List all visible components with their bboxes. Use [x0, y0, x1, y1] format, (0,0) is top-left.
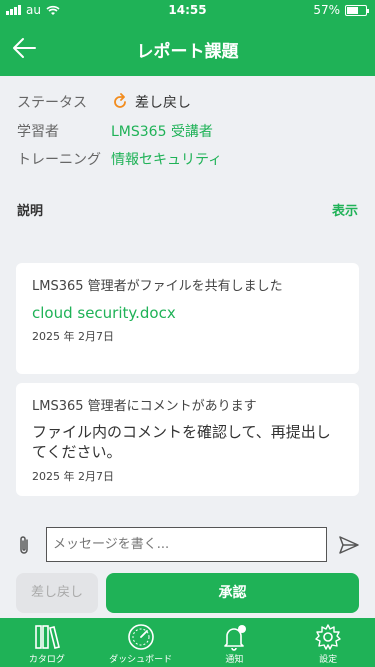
training-link[interactable]: 情報セキュリティ: [111, 149, 222, 169]
message-header: LMS365 管理者にコメントがあります: [32, 399, 257, 414]
message-input[interactable]: [46, 527, 327, 562]
assignment-info: ステータス 差し戻し 学習者 LMS365 受講者 トレーニング 情報セキュリテ…: [0, 76, 375, 236]
message-composer: [0, 520, 375, 570]
app-header: レポート課題: [0, 20, 375, 76]
status-label: ステータス: [17, 95, 87, 111]
status-row: ステータス 差し戻し: [17, 92, 191, 112]
message-card-file: LMS365 管理者がファイルを共有しました cloud security.do…: [16, 263, 359, 374]
battery-percent: 57%: [313, 3, 340, 17]
return-icon: [114, 93, 126, 108]
status-bar: au 14:55 57%: [0, 0, 375, 20]
message-date: 2025 年 2月7日: [32, 330, 114, 343]
training-label: トレーニング: [17, 152, 101, 168]
approve-button[interactable]: 承認: [106, 573, 359, 613]
message-card-comment: LMS365 管理者にコメントがあります ファイル内のコメントを確認して、再提出…: [16, 383, 359, 496]
battery-icon: [345, 4, 369, 16]
message-date: 2025 年 2月7日: [32, 470, 114, 483]
status-text: 差し戻し: [135, 95, 191, 111]
tab-settings-label: 設定: [319, 655, 338, 665]
return-button[interactable]: 差し戻し: [16, 573, 98, 613]
tab-notifications-label: 通知: [225, 655, 244, 665]
tab-catalog[interactable]: カタログ: [0, 618, 94, 667]
status-value: 差し戻し: [111, 92, 191, 112]
tab-notifications[interactable]: 通知: [188, 618, 282, 667]
page-title: レポート課題: [136, 42, 239, 62]
tab-dashboard-label: ダッシュボード: [109, 655, 173, 665]
learner-label: 学習者: [17, 124, 59, 140]
gear-icon: [315, 624, 341, 650]
training-row: トレーニング 情報セキュリティ: [17, 149, 222, 169]
paperclip-icon[interactable]: [15, 534, 33, 556]
tab-bar: カタログ ダッシュボード 通知 設定: [0, 618, 375, 667]
tab-catalog-label: カタログ: [28, 655, 65, 665]
dashboard-icon: [127, 624, 154, 650]
learner-row: 学習者 LMS365 受講者: [17, 121, 213, 141]
learner-link[interactable]: LMS365 受講者: [111, 121, 213, 141]
bell-icon: [224, 625, 247, 651]
description-label: 説明: [17, 204, 44, 219]
message-body: ファイル内のコメントを確認して、再提出してください。: [32, 423, 331, 461]
message-header: LMS365 管理者がファイルを共有しました: [32, 279, 283, 294]
description-show-button[interactable]: 表示: [332, 200, 358, 219]
shared-file-link[interactable]: cloud security.docx: [32, 304, 343, 322]
catalog-icon: [35, 625, 60, 649]
tab-settings[interactable]: 設定: [281, 618, 375, 667]
send-icon[interactable]: [338, 535, 360, 555]
tab-dashboard[interactable]: ダッシュボード: [94, 618, 188, 667]
action-bar: 差し戻し 承認: [0, 570, 375, 618]
